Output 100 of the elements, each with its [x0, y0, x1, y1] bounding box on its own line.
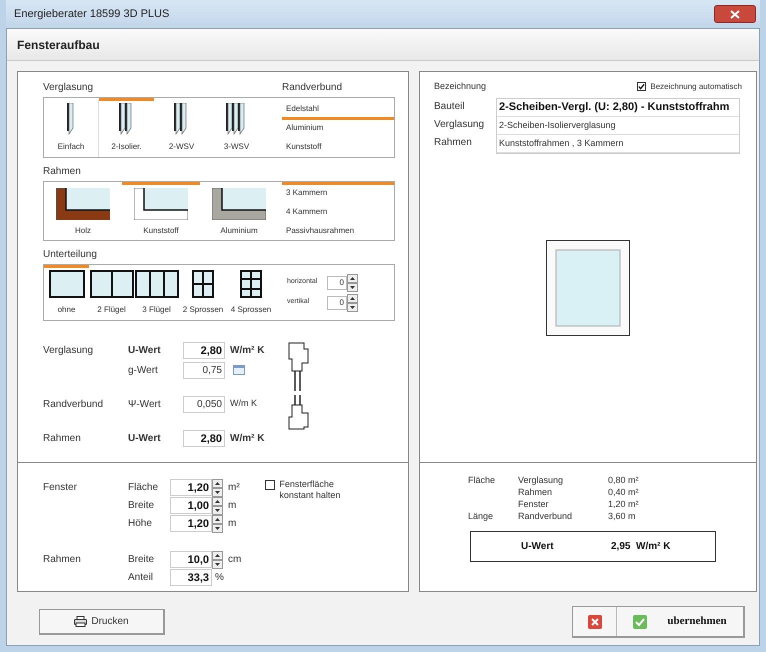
down-caret-icon — [215, 562, 220, 566]
value-field: 0,050 — [183, 396, 225, 412]
section-label: Randverbund — [282, 81, 344, 95]
glass-pane-icon — [226, 103, 247, 135]
value-text: 3,60 m — [608, 510, 636, 524]
row-label: Fläche — [468, 474, 496, 488]
unit-label: W/m K — [230, 397, 257, 410]
count-field[interactable]: 0 — [327, 276, 347, 290]
field-label: Verglasung — [518, 474, 564, 488]
printer-icon — [74, 616, 88, 627]
field-label: U-Wert — [128, 344, 162, 358]
division-option[interactable]: 4 Sprossen — [227, 265, 275, 320]
chamber-option[interactable]: Passivhausrahmen — [282, 220, 394, 239]
frame-option[interactable]: Aluminium — [200, 182, 278, 240]
frame-option[interactable]: Holz — [44, 182, 122, 240]
unit-label: cm — [228, 553, 242, 567]
window-division-icon — [240, 270, 262, 298]
value-text: 0,80 m² — [608, 474, 639, 488]
window-title: Energieberater 18599 3D PLUS — [14, 6, 170, 22]
row-label: Länge — [468, 510, 494, 524]
section-label: Unterteilung — [43, 248, 98, 262]
down-caret-icon — [215, 490, 220, 494]
dialog-heading: Fensteraufbau — [17, 36, 100, 54]
edge-seal-option[interactable]: Aluminium — [282, 117, 394, 136]
check-icon — [633, 614, 648, 628]
field-label: Fenster — [518, 498, 550, 512]
field-label: Fläche — [128, 481, 160, 495]
glazing-option[interactable]: 2-WSV — [154, 98, 209, 157]
table-cell: Kunststoffrahmen , 3 Kammern — [497, 134, 739, 152]
up-caret-icon — [215, 518, 220, 520]
frame-option[interactable]: Kunststoff — [122, 182, 200, 240]
total-label: U-Wert — [521, 540, 555, 554]
chamber-option[interactable]: 3 Kammern — [282, 182, 394, 201]
total-value: 2,95 W/m² K — [611, 540, 670, 554]
close-icon — [730, 10, 740, 18]
down-caret-icon — [350, 306, 355, 308]
calendar-icon — [233, 365, 245, 375]
table-cell: 2-Scheiben-Isolierverglasung — [497, 116, 739, 134]
division-option[interactable]: 2 Sprossen — [179, 265, 227, 320]
row-label: Verglasung — [434, 118, 486, 132]
row-label: Fenster — [43, 481, 78, 495]
frame-profile-icon — [56, 188, 110, 220]
checkbox-label: Bezeichnung automatisch — [650, 80, 742, 93]
glazing-option[interactable]: 3-WSV — [209, 98, 264, 157]
up-caret-icon — [215, 482, 220, 484]
up-caret-icon — [350, 296, 355, 300]
field-label: Randverbund — [518, 510, 574, 524]
division-option[interactable]: 3 Flügel — [134, 265, 179, 320]
field-label: U-Wert — [128, 432, 162, 446]
close-button[interactable] — [714, 5, 756, 23]
spin-up-button[interactable] — [212, 550, 223, 560]
count-field[interactable]: 0 — [327, 296, 347, 310]
value-field[interactable]: 10,0 — [170, 551, 212, 568]
glazing-option[interactable]: Einfach — [44, 98, 99, 157]
section-label: Rahmen — [43, 165, 82, 179]
division-option[interactable]: ohne — [44, 265, 89, 320]
up-caret-icon — [350, 276, 355, 280]
check-icon — [638, 83, 646, 90]
print-button[interactable]: Drucken — [39, 609, 165, 635]
window-division-icon — [192, 270, 214, 298]
field-label: Anteil — [128, 571, 154, 585]
field-label: g-Wert — [128, 364, 159, 378]
frame-profile-icon — [134, 188, 188, 220]
down-caret-icon — [215, 508, 220, 512]
row-label: Bauteil — [434, 100, 466, 114]
row-label: Rahmen — [43, 432, 82, 446]
value-field: 0,75 — [183, 362, 225, 378]
row-label: Randverbund — [43, 398, 104, 412]
edge-seal-option[interactable]: Edelstahl — [282, 98, 394, 117]
chamber-option[interactable]: 4 Kammern — [282, 201, 394, 220]
frame-profile-icon — [212, 188, 266, 220]
glass-pane-icon — [119, 103, 134, 135]
glass-pane-icon — [174, 103, 189, 135]
glazing-option[interactable]: 2-Isolier. — [99, 98, 154, 157]
section-label: Verglasung — [43, 81, 94, 95]
checkbox[interactable] — [637, 82, 646, 92]
division-option[interactable]: 2 Flügel — [89, 265, 134, 320]
spin-up-button[interactable] — [347, 274, 358, 282]
value-text: 0,40 m² — [608, 486, 639, 500]
unit-label: % — [215, 571, 224, 585]
value-field[interactable]: 33,3 — [170, 569, 212, 586]
value-field[interactable]: 1,00 — [170, 497, 212, 514]
spin-up-button[interactable] — [347, 294, 358, 302]
value-field[interactable]: 1,20 — [170, 515, 212, 532]
glass-pane-icon — [66, 103, 76, 135]
field-label: Breite — [128, 499, 156, 513]
field-label: Rahmen — [518, 486, 554, 500]
checkbox[interactable] — [265, 480, 276, 490]
up-caret-icon — [215, 500, 220, 502]
spin-up-button[interactable] — [212, 478, 223, 488]
value-field[interactable]: 1,20 — [170, 479, 212, 496]
value-field: 2,80 — [183, 342, 225, 358]
table-cell: 2-Scheiben-Vergl. (U: 2,80) - Kunststoffrahm — [497, 98, 739, 116]
down-caret-icon — [350, 286, 355, 288]
field-label: Höhe — [128, 517, 153, 531]
edge-seal-option[interactable]: Kunststoff — [282, 136, 394, 155]
field-label: Breite — [128, 553, 156, 567]
field-label: Ψ-Wert — [128, 398, 162, 412]
row-label: Rahmen — [434, 136, 473, 150]
window-division-icon — [90, 270, 134, 298]
